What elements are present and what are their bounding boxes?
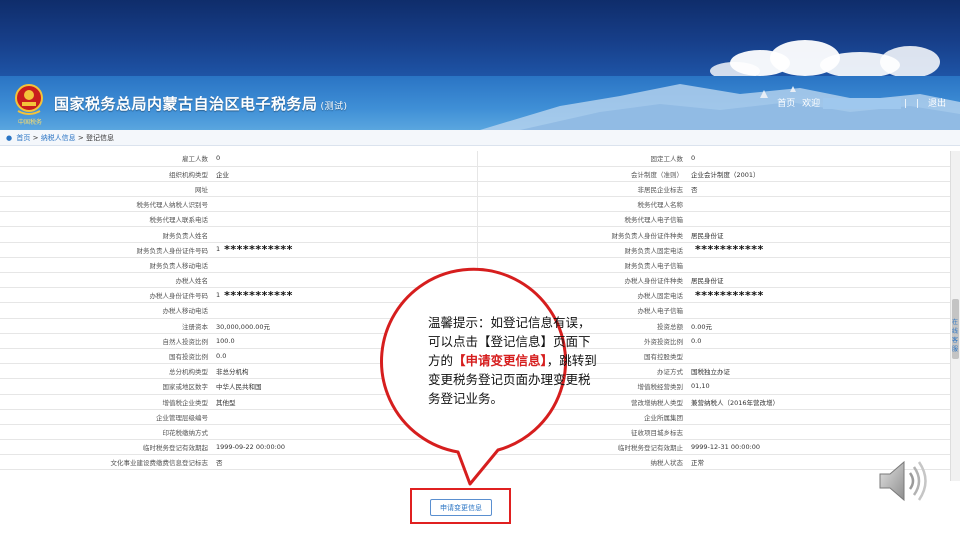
callout-bubble [380, 267, 568, 486]
speaker-icon[interactable] [876, 457, 932, 505]
callout-highlight: 【申请变更信息】 [453, 353, 547, 368]
callout-tip: 温馨提示：如登记信息有误，可以点击【登记信息】页面下方的【申请变更信息】，跳转到… [428, 313, 598, 408]
